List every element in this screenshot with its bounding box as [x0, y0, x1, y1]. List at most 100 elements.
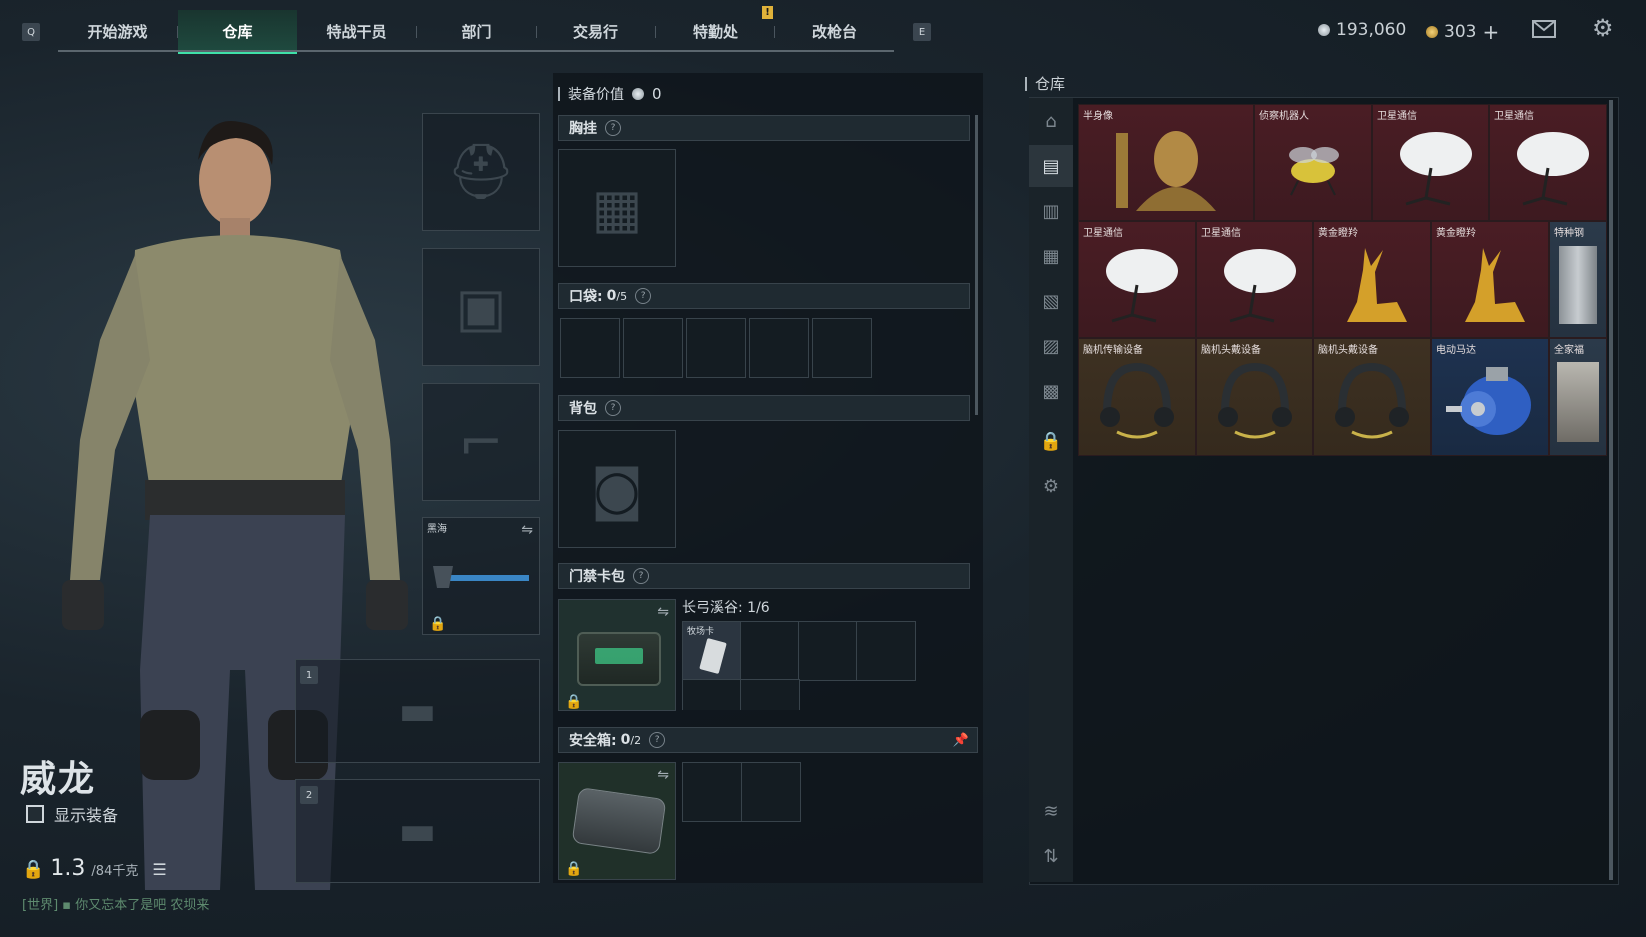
- armor-vest-icon: ▣: [455, 275, 507, 339]
- top-navigation: Q 开始游戏 仓库 特战干员 部门 交易行 特勤处 改枪台 ! E 193,06…: [0, 0, 1646, 62]
- warehouse-item-sat-comm[interactable]: 卫星通信: [1196, 221, 1313, 338]
- primary-weapon-slot-1[interactable]: 1 ▬: [295, 659, 540, 763]
- warehouse-item-sat-comm[interactable]: 卫星通信: [1078, 221, 1196, 338]
- melee-slot[interactable]: 黑海 ⇋ 🔒: [422, 517, 540, 635]
- primary-weapon-slot-2[interactable]: 2 ▬: [295, 779, 540, 883]
- warehouse-tab-1-icon[interactable]: ▤: [1029, 145, 1073, 187]
- show-equipment-checkbox[interactable]: [26, 805, 44, 823]
- pocket-slot[interactable]: [749, 318, 809, 378]
- currency-gold: 303 +: [1426, 20, 1499, 44]
- helmet-slot[interactable]: ⛑: [422, 113, 540, 231]
- pocket-slot[interactable]: [812, 318, 872, 378]
- equipment-value-label: 装备价值: [568, 87, 624, 103]
- satellite-dish-icon: [1494, 119, 1602, 216]
- warehouse-item-bci-headset[interactable]: 脑机头戴设备: [1196, 338, 1313, 456]
- keycard-case-slot[interactable]: ⇋ 🔒: [558, 599, 676, 711]
- tab-special-ops[interactable]: 特勤处: [656, 10, 775, 52]
- safe-box-cell[interactable]: [741, 762, 801, 822]
- next-tab-key-hint[interactable]: E: [913, 23, 931, 41]
- sidearm-slot[interactable]: ⌐: [422, 383, 540, 501]
- tab-market[interactable]: 交易行: [536, 10, 655, 52]
- warehouse-header: 仓库: [1025, 73, 1065, 94]
- help-icon[interactable]: ?: [635, 288, 652, 304]
- weight-value: 1.3: [50, 856, 86, 881]
- satellite-dish-icon: [1377, 119, 1484, 216]
- swap-icon[interactable]: ⇋: [521, 522, 533, 538]
- helmet-icon: ⛑: [446, 140, 516, 203]
- warehouse-tab-2-icon[interactable]: ▥: [1029, 190, 1073, 232]
- chat-line[interactable]: [世界] ▪ 你又忘本了是吧 农坝来: [22, 894, 209, 913]
- keycard-slot[interactable]: [798, 621, 858, 681]
- warehouse-item-electric-motor[interactable]: 电动马达: [1431, 338, 1549, 456]
- list-icon[interactable]: ☰: [152, 860, 166, 879]
- prev-tab-key-hint[interactable]: Q: [22, 23, 40, 41]
- layers-icon[interactable]: ≋: [1029, 790, 1073, 832]
- warehouse-settings-gear-icon[interactable]: ⚙: [1029, 465, 1073, 507]
- pin-icon[interactable]: 📌: [953, 733, 969, 748]
- equipment-value-amount: 0: [652, 85, 662, 103]
- keycard-slot[interactable]: [856, 621, 916, 681]
- chest-rig-slot[interactable]: ▦: [558, 149, 676, 267]
- warehouse-tab-6-icon[interactable]: ▩: [1029, 370, 1073, 412]
- photo-icon: [1554, 353, 1602, 451]
- tab-gunsmith[interactable]: 改枪台: [775, 10, 894, 52]
- lock-icon: 🔒: [429, 616, 447, 632]
- pocket-slot[interactable]: [686, 318, 746, 378]
- operator-name: 威龙: [20, 759, 97, 800]
- stash-all-icon[interactable]: ⌂: [1029, 100, 1073, 142]
- warehouse-item-sat-comm[interactable]: 卫星通信: [1372, 104, 1489, 221]
- warehouse-item-bci-transmitter[interactable]: 脑机传输设备: [1078, 338, 1196, 456]
- warehouse-tab-5-icon[interactable]: ▨: [1029, 325, 1073, 367]
- headset-icon: [1083, 353, 1191, 451]
- safe-box-slot[interactable]: ⇋ 🔒: [558, 762, 676, 880]
- backpack-slot[interactable]: ◙: [558, 430, 676, 548]
- pocket-slot[interactable]: [623, 318, 683, 378]
- armor-slot[interactable]: ▣: [422, 248, 540, 366]
- locked-tab-lock-icon[interactable]: 🔒: [1029, 420, 1073, 462]
- add-currency-button[interactable]: +: [1482, 20, 1499, 44]
- show-equipment-toggle[interactable]: 显示装备: [26, 802, 118, 826]
- help-icon[interactable]: ?: [605, 400, 621, 416]
- warehouse-item-special-steel[interactable]: 特种钢: [1549, 221, 1607, 338]
- chat-message: 你又忘本了是吧 农坝来: [75, 898, 210, 913]
- tab-warehouse[interactable]: 仓库: [178, 10, 297, 54]
- pocket-slot[interactable]: [560, 318, 620, 378]
- carry-weight: 🔒 1.3 /84千克 ☰: [22, 856, 167, 881]
- currency-gold-amount: 303: [1444, 22, 1477, 42]
- tab-department[interactable]: 部门: [417, 10, 536, 52]
- warehouse-item-golden-gazelle[interactable]: 黄金瞪羚: [1313, 221, 1431, 338]
- mail-icon[interactable]: [1532, 20, 1556, 38]
- settings-gear-icon[interactable]: ⚙: [1592, 16, 1616, 40]
- keycard-slot[interactable]: [682, 679, 742, 710]
- warehouse-item-family-photo[interactable]: 全家福: [1549, 338, 1607, 456]
- warehouse-item-bust[interactable]: 半身像: [1078, 104, 1254, 221]
- keycard-slot[interactable]: [740, 679, 800, 710]
- warehouse-scrollbar[interactable]: [1609, 100, 1613, 880]
- help-icon[interactable]: ?: [633, 568, 649, 584]
- equipment-scrollbar[interactable]: [975, 115, 978, 415]
- pocket-header: 口袋: 0 /5 ?: [558, 283, 970, 309]
- tab-operators[interactable]: 特战干员: [297, 10, 416, 52]
- warehouse-tab-4-icon[interactable]: ▧: [1029, 280, 1073, 322]
- golden-gazelle-icon: [1436, 236, 1544, 333]
- warehouse-item-golden-gazelle[interactable]: 黄金瞪羚: [1431, 221, 1549, 338]
- keycard-label: 门禁卡包: [569, 569, 625, 585]
- safe-box-icon: [571, 787, 667, 855]
- safe-box-cell[interactable]: [682, 762, 742, 822]
- silver-coin-icon: [1318, 24, 1330, 36]
- sort-icon[interactable]: ⇅: [1029, 835, 1073, 877]
- keycard-map-progress: 长弓溪谷: 1/6: [682, 600, 770, 616]
- help-icon[interactable]: ?: [605, 120, 621, 136]
- warehouse-item-bci-headset[interactable]: 脑机头戴设备: [1313, 338, 1431, 456]
- keycard-slot[interactable]: [740, 621, 800, 681]
- warehouse-tab-3-icon[interactable]: ▦: [1029, 235, 1073, 277]
- melee-label: 黑海: [427, 524, 447, 535]
- keycard-item[interactable]: 牧场卡: [682, 621, 742, 681]
- tab-start-game[interactable]: 开始游戏: [58, 10, 177, 52]
- swap-icon[interactable]: ⇋: [657, 767, 669, 783]
- warehouse-item-scout-robot[interactable]: 侦察机器人: [1254, 104, 1372, 221]
- help-icon[interactable]: ?: [649, 732, 666, 748]
- swap-icon[interactable]: ⇋: [657, 604, 669, 620]
- keycard-item-label: 牧场卡: [687, 627, 715, 637]
- warehouse-item-sat-comm[interactable]: 卫星通信: [1489, 104, 1607, 221]
